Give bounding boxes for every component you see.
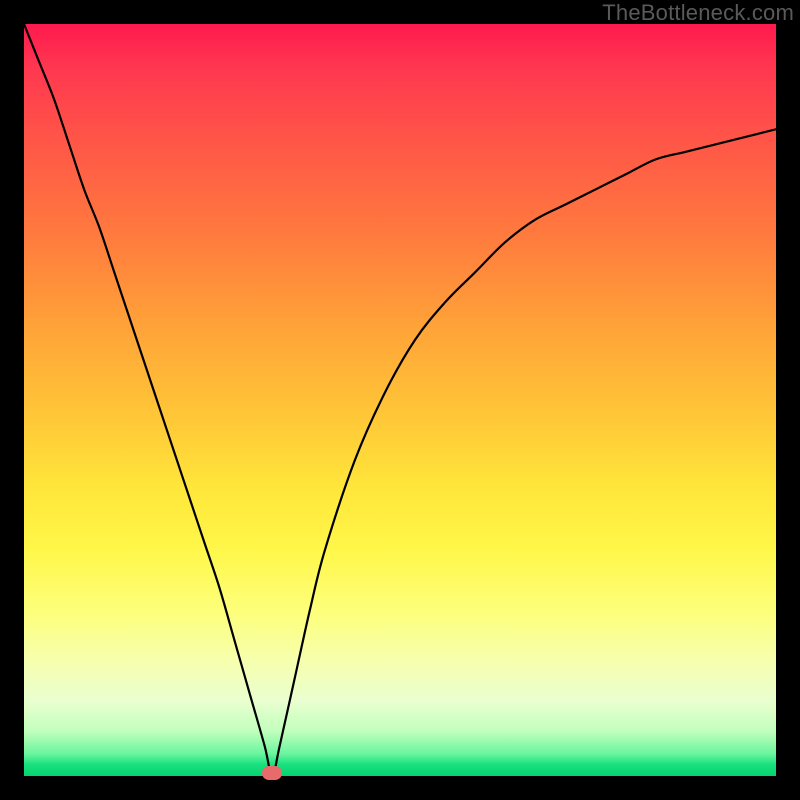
- chart-curve: [24, 24, 776, 776]
- curve-min-marker: [262, 766, 282, 780]
- watermark-text: TheBottleneck.com: [602, 0, 794, 26]
- chart-frame: TheBottleneck.com: [0, 0, 800, 800]
- chart-plot-area: [24, 24, 776, 776]
